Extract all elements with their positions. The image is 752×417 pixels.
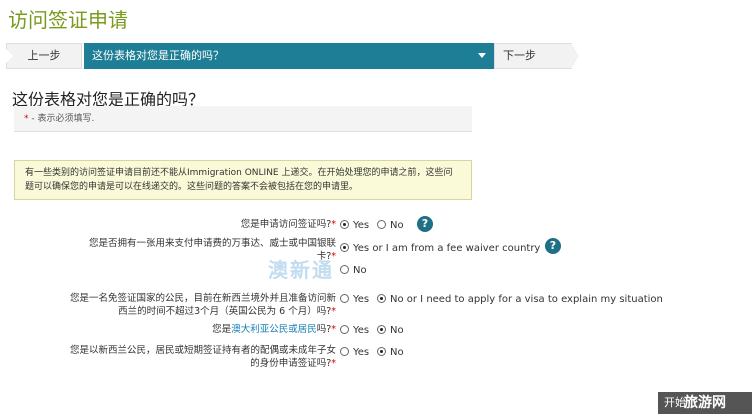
option-yes[interactable]: Yes — [340, 346, 369, 359]
option-label: No — [390, 220, 404, 231]
question-visa-waiver: 您是一名免签证国家的公民，目前在新西兰境外并且准备访问新西兰的时间不超过3个月（… — [70, 292, 336, 318]
option-label: Yes — [353, 220, 370, 231]
radio-unselected[interactable] — [340, 265, 349, 274]
radio-selected[interactable] — [377, 347, 386, 356]
option-no-need-visa[interactable]: No or I need to apply for a visa to expl… — [377, 293, 663, 306]
watermark-logo: 旅游网 — [684, 395, 726, 411]
option-no[interactable]: No — [340, 264, 367, 277]
step-navigation: 上一步 这份表格对您是正确的吗？ 下一步 — [6, 43, 579, 69]
required-star: * — [331, 358, 336, 369]
radio-selected[interactable] — [377, 294, 386, 303]
radio-selected[interactable] — [340, 243, 349, 252]
option-yes[interactable]: Yes — [340, 219, 369, 232]
option-label: No — [390, 325, 404, 336]
question-visitor-visa: 您是申请访问签证吗?* — [140, 218, 336, 231]
option-label: No — [390, 347, 404, 358]
option-label: Yes — [353, 347, 370, 358]
option-yes-fee-waiver[interactable]: Yes or I am from a fee waiver country — [340, 242, 540, 255]
previous-step-button[interactable]: 上一步 — [6, 43, 82, 69]
question-label: 您是申请访问签证吗? — [240, 219, 332, 230]
required-note: * - 表示必须填写. — [14, 106, 472, 132]
radio-unselected[interactable] — [340, 325, 349, 334]
help-icon[interactable]: ? — [417, 216, 433, 232]
required-star: * — [331, 219, 336, 230]
option-label: No or I need to apply for a visa to expl… — [390, 294, 663, 305]
option-label: Yes — [353, 294, 370, 305]
watermark: 澳新通 — [268, 258, 334, 282]
step-select-dropdown[interactable]: 这份表格对您是正确的吗？ — [84, 43, 494, 69]
page-title: 访问签证申请 — [8, 8, 128, 32]
help-icon[interactable]: ? — [545, 238, 561, 254]
question-partner-dependent: 您是以新西兰公民，居民或短期签证持有者的配偶或未成年子女的身份申请签证吗?* — [70, 344, 336, 370]
question-label-prefix: 您是 — [212, 324, 232, 335]
next-step-button[interactable]: 下一步 — [494, 43, 579, 69]
option-yes[interactable]: Yes — [340, 324, 369, 337]
step-select-label: 这份表格对您是正确的吗？ — [92, 49, 224, 62]
option-no[interactable]: No — [377, 346, 404, 359]
question-label-highlight: 澳大利亚公民或居民 — [231, 324, 317, 335]
radio-unselected[interactable] — [377, 220, 386, 229]
radio-unselected[interactable] — [340, 347, 349, 356]
question-label-suffix: 吗? — [316, 324, 332, 335]
info-notice: 有一些类别的访问签证申请目前还不能从Immigration ONLINE 上递交… — [14, 160, 472, 200]
question-australian-citizen: 您是澳大利亚公民或居民吗?* — [140, 323, 336, 336]
chevron-down-icon — [478, 53, 486, 58]
option-no[interactable]: No — [377, 324, 404, 337]
required-star: * — [331, 324, 336, 335]
radio-selected[interactable] — [340, 220, 349, 229]
question-label: 您是以新西兰公民，居民或短期签证持有者的配偶或未成年子女的身份申请签证吗? — [70, 345, 337, 369]
radio-selected[interactable] — [377, 325, 386, 334]
required-note-text: - 表示必须填写. — [28, 114, 95, 124]
option-label: No — [353, 265, 367, 276]
start-button[interactable]: 开始 旅游网 — [658, 392, 752, 414]
radio-unselected[interactable] — [340, 294, 349, 303]
question-label: 您是一名免签证国家的公民，目前在新西兰境外并且准备访问新西兰的时间不超过3个月（… — [70, 293, 337, 317]
option-yes[interactable]: Yes — [340, 293, 369, 306]
required-star: * — [331, 306, 336, 317]
option-label: Yes or I am from a fee waiver country — [353, 243, 541, 254]
option-label: Yes — [353, 325, 370, 336]
start-button-label: 开始 — [664, 396, 686, 409]
option-no[interactable]: No — [377, 219, 404, 232]
